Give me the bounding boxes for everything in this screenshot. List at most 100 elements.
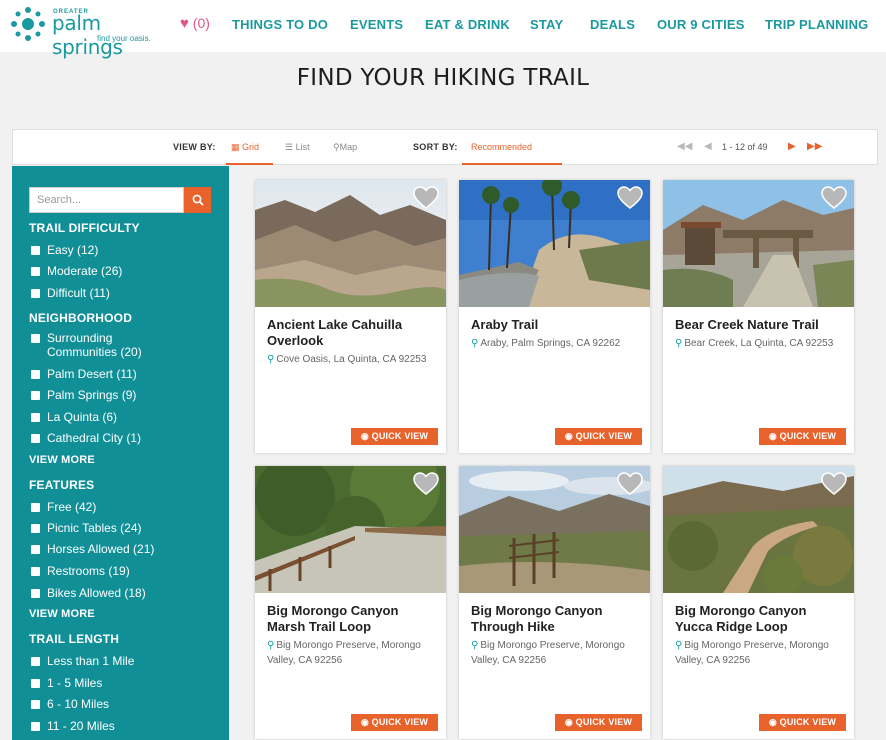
favorites-link[interactable]: ♥ (0) <box>180 15 210 32</box>
filter-heading-trail-length: TRAIL LENGTH <box>29 632 120 646</box>
quick-view-button[interactable]: ◉ QUICK VIEW <box>759 428 846 445</box>
nav-our-9-cities[interactable]: OUR 9 CITIES <box>657 17 745 32</box>
checkbox[interactable] <box>31 434 40 443</box>
nav-things-to-do[interactable]: THINGS TO DO <box>232 17 328 32</box>
checkbox[interactable] <box>31 722 40 731</box>
filter-heading-neighborhood: NEIGHBORHOOD <box>29 311 133 325</box>
checkbox[interactable] <box>31 503 40 512</box>
nav-events[interactable]: EVENTS <box>350 17 403 32</box>
map-pin-icon: ⚲ <box>675 338 683 349</box>
quick-view-button[interactable]: ◉ QUICK VIEW <box>555 714 642 731</box>
page-title: FIND YOUR HIKING TRAIL <box>296 65 590 91</box>
view-more-features-link[interactable]: VIEW MORE <box>29 608 95 620</box>
trail-card[interactable]: Bear Creek Nature Trail ⚲ Bear Creek, La … <box>663 180 854 453</box>
nav-deals[interactable]: DEALS <box>590 17 635 32</box>
checkbox[interactable] <box>31 567 40 576</box>
quick-view-button[interactable]: ◉ QUICK VIEW <box>759 714 846 731</box>
view-map-option[interactable]: ⚲Map <box>333 142 357 153</box>
results-toolbar: VIEW BY: ▦ Grid ☰ List ⚲Map SORT BY: Rec… <box>12 129 878 165</box>
favorites-count: (0) <box>192 15 210 31</box>
last-page-icon[interactable]: ▶▶ <box>807 141 822 152</box>
search-button[interactable] <box>184 187 211 213</box>
trail-title[interactable]: Ancient Lake Cahuilla Overlook <box>267 317 437 349</box>
list-icon: ☰ <box>285 142 294 152</box>
trail-address: ⚲ Big Morongo Preserve, Morongo Valley, C… <box>267 640 421 666</box>
favorite-heart-icon[interactable] <box>413 186 439 210</box>
trail-address: ⚲ Big Morongo Preserve, Morongo Valley, C… <box>675 640 829 666</box>
nav-trip-planning[interactable]: TRIP PLANNING <box>765 17 868 32</box>
checkbox[interactable] <box>31 246 40 255</box>
trail-title[interactable]: Big Morongo Canyon Marsh Trail Loop <box>267 603 437 635</box>
sort-active-underline <box>462 163 562 165</box>
trail-card[interactable]: Big Morongo Canyon Marsh Trail Loop ⚲ Big… <box>255 466 446 739</box>
view-by-label: VIEW BY: <box>173 142 216 152</box>
checkbox[interactable] <box>31 391 40 400</box>
checkbox[interactable] <box>31 370 40 379</box>
site-logo[interactable]: GREATER palm springs find your oasis. <box>9 5 159 59</box>
search-box <box>29 187 211 213</box>
favorite-heart-icon[interactable] <box>821 472 847 496</box>
sort-by-label: SORT BY: <box>413 142 458 152</box>
eye-icon: ◉ <box>360 431 369 441</box>
map-pin-icon: ⚲ <box>267 354 275 365</box>
eye-icon: ◉ <box>564 717 573 727</box>
favorite-heart-icon[interactable] <box>617 186 643 210</box>
checkbox[interactable] <box>31 413 40 422</box>
checkbox[interactable] <box>31 289 40 298</box>
filter-heading-features: FEATURES <box>29 478 95 492</box>
grid-icon: ▦ <box>231 142 240 152</box>
map-pin-icon: ⚲ <box>333 142 340 152</box>
trail-address: ⚲ Araby, Palm Springs, CA 92262 <box>471 338 621 349</box>
trail-card[interactable]: Ancient Lake Cahuilla Overlook ⚲ Cove Oas… <box>255 180 446 453</box>
trail-card[interactable]: Araby Trail ⚲ Araby, Palm Springs, CA 922… <box>459 180 650 453</box>
trail-title[interactable]: Big Morongo Canyon Through Hike <box>471 603 641 635</box>
favorite-heart-icon[interactable] <box>617 472 643 496</box>
trail-card[interactable]: Big Morongo Canyon Yucca Ridge Loop ⚲ Big… <box>663 466 854 739</box>
search-icon <box>192 194 204 206</box>
eye-icon: ◉ <box>768 717 777 727</box>
map-pin-icon: ⚲ <box>471 338 479 349</box>
first-page-icon[interactable]: ◀◀ <box>677 141 692 152</box>
quick-view-button[interactable]: ◉ QUICK VIEW <box>351 714 438 731</box>
prev-page-icon[interactable]: ◀ <box>704 141 712 152</box>
checkbox[interactable] <box>31 589 40 598</box>
favorite-heart-icon[interactable] <box>821 186 847 210</box>
trail-address: ⚲ Bear Creek, La Quinta, CA 92253 <box>675 338 834 349</box>
checkbox[interactable] <box>31 334 40 343</box>
filter-heading-difficulty: TRAIL DIFFICULTY <box>29 221 140 235</box>
checkbox[interactable] <box>31 524 40 533</box>
nav-stay[interactable]: STAY <box>530 17 563 32</box>
pager-text: 1 - 12 of 49 <box>722 142 768 152</box>
eye-icon: ◉ <box>768 431 777 441</box>
sun-logo-icon <box>11 7 45 41</box>
trail-title[interactable]: Araby Trail <box>471 317 641 333</box>
search-input[interactable] <box>29 187 184 213</box>
next-page-icon[interactable]: ▶ <box>788 141 796 152</box>
filter-sidebar: TRAIL DIFFICULTY Easy (12) Moderate (26)… <box>12 166 229 740</box>
view-more-neighborhood-link[interactable]: VIEW MORE <box>29 454 95 466</box>
map-pin-icon: ⚲ <box>471 640 479 651</box>
sort-recommended-option[interactable]: Recommended <box>471 142 532 152</box>
favorite-heart-icon[interactable] <box>413 472 439 496</box>
map-pin-icon: ⚲ <box>675 640 683 651</box>
view-grid-option[interactable]: ▦ Grid <box>231 142 259 153</box>
quick-view-button[interactable]: ◉ QUICK VIEW <box>351 428 438 445</box>
checkbox[interactable] <box>31 545 40 554</box>
grid-active-underline <box>226 163 273 165</box>
trail-address: ⚲ Cove Oasis, La Quinta, CA 92253 <box>267 354 427 365</box>
eye-icon: ◉ <box>360 717 369 727</box>
site-header: GREATER palm springs find your oasis. ♥ … <box>0 0 886 59</box>
trail-card[interactable]: Big Morongo Canyon Through Hike ⚲ Big Mor… <box>459 466 650 739</box>
checkbox[interactable] <box>31 657 40 666</box>
logo-tagline: find your oasis. <box>97 34 151 43</box>
trail-address: ⚲ Big Morongo Preserve, Morongo Valley, C… <box>471 640 625 666</box>
trail-title[interactable]: Bear Creek Nature Trail <box>675 317 845 333</box>
trail-title[interactable]: Big Morongo Canyon Yucca Ridge Loop <box>675 603 845 635</box>
checkbox[interactable] <box>31 679 40 688</box>
checkbox[interactable] <box>31 267 40 276</box>
heart-icon: ♥ <box>180 15 189 32</box>
nav-eat-drink[interactable]: EAT & DRINK <box>425 17 510 32</box>
quick-view-button[interactable]: ◉ QUICK VIEW <box>555 428 642 445</box>
view-list-option[interactable]: ☰ List <box>285 142 310 153</box>
checkbox[interactable] <box>31 700 40 709</box>
